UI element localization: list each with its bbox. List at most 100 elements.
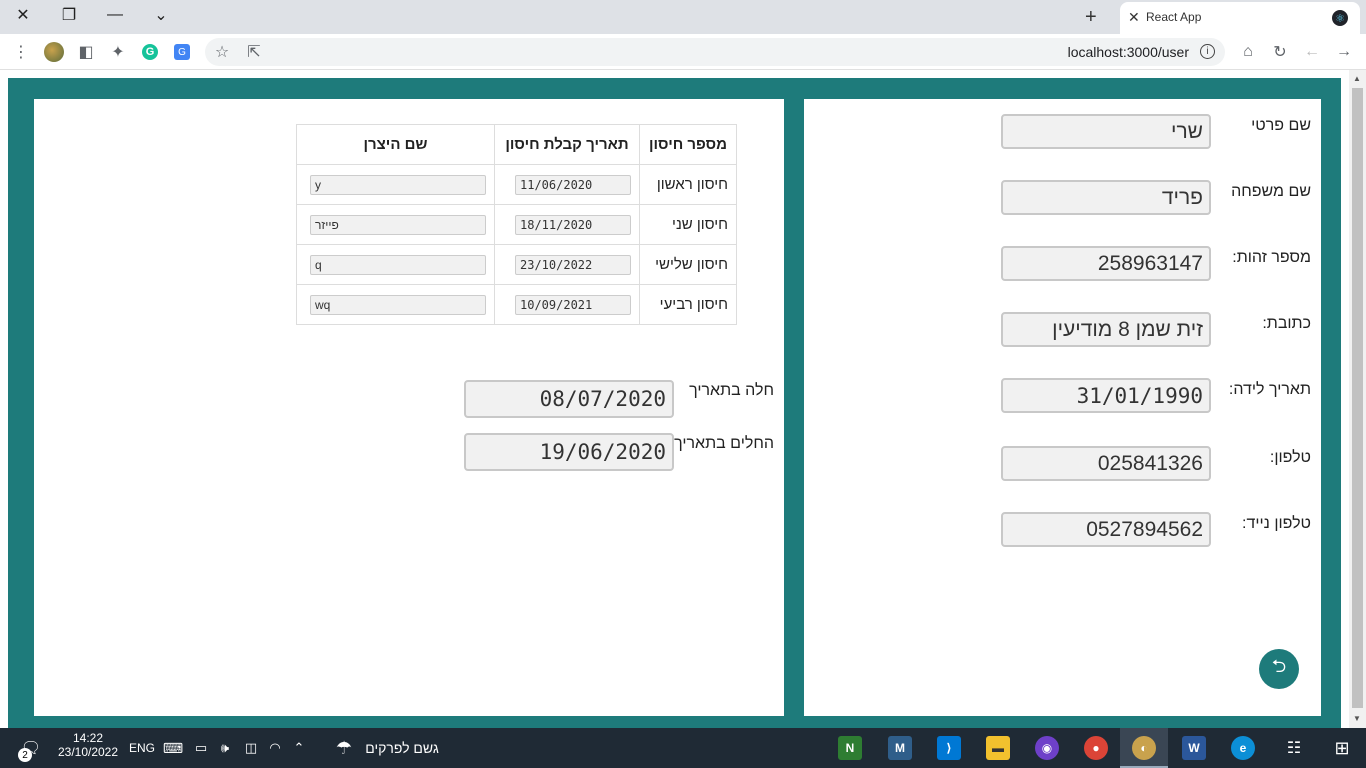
github-desktop-icon[interactable]: ◉	[1035, 736, 1059, 760]
first-name-label: שם פרטי	[1251, 117, 1311, 134]
manufacturer-field[interactable]: wq	[310, 294, 486, 315]
phone-label: טלפון:	[1269, 449, 1311, 466]
home-icon[interactable]: ⌂	[1236, 40, 1260, 64]
close-window-icon[interactable]: ✕	[0, 0, 46, 30]
mobile-label: טלפון נייד:	[1242, 515, 1311, 532]
forward-arrow-icon[interactable]: →	[1332, 40, 1356, 64]
battery-icon[interactable]: ▭	[190, 728, 212, 768]
sick-date-label: חלה בתאריך	[689, 382, 774, 399]
tab-react-app[interactable]: ✕ React App ⚛	[1120, 2, 1360, 34]
personal-details-panel: שם פרטי שרי שם משפחה פריד מספר זהות: 258…	[804, 99, 1321, 716]
language-indicator[interactable]: ENG	[126, 728, 158, 768]
header-vaccine-date: תאריך קבלת חיסון	[494, 124, 640, 165]
keyboard-icon[interactable]: ⌨	[160, 728, 186, 768]
id-number-label: מספר זהות:	[1232, 249, 1311, 266]
sick-date-field[interactable]: 08/07/2020	[464, 380, 674, 418]
minimize-window-icon[interactable]: —	[92, 0, 138, 30]
url-text[interactable]: localhost:3000/user	[1068, 44, 1189, 60]
new-tab-button[interactable]: +	[1085, 6, 1097, 29]
last-name-field[interactable]: פריד	[1001, 180, 1211, 215]
chrome-icon[interactable]: ●	[1084, 736, 1108, 760]
vaccine-name: חיסון שלישי	[639, 244, 737, 285]
vaccine-date-field[interactable]: 11/06/2020	[515, 174, 631, 195]
birth-date-label: תאריך לידה:	[1228, 381, 1311, 398]
mysql-workbench-icon[interactable]: M	[888, 736, 912, 760]
scrollbar-thumb[interactable]	[1352, 88, 1363, 708]
restore-window-icon[interactable]: ❐	[46, 0, 92, 30]
table-row: חיסון שלישי 23/10/2022 q	[296, 244, 737, 285]
scroll-down-icon[interactable]: ▼	[1353, 714, 1361, 723]
table-header-row: מספר חיסון תאריך קבלת חיסון שם היצרן	[296, 124, 737, 165]
recovered-date-field[interactable]: 19/06/2020	[464, 433, 674, 471]
weather-text[interactable]: גשם לפרקים	[360, 728, 444, 768]
scroll-up-icon[interactable]: ▲	[1353, 74, 1361, 83]
covid-details-panel: מספר חיסון תאריך קבלת חיסון שם היצרן חיס…	[34, 99, 784, 716]
site-info-icon[interactable]: i	[1200, 44, 1215, 59]
notification-center-icon[interactable]: 🗨	[14, 728, 48, 768]
manufacturer-field[interactable]: פייזר	[310, 214, 486, 235]
chrome-profile-icon: ◐	[1132, 736, 1156, 760]
windows-taskbar: 🗨 2 14:22 23/10/2022 ENG ⌨ ▭ 🕪 ◫ ◠ ⌃ ☂ ג…	[0, 728, 1366, 768]
task-view-icon[interactable]: ☷	[1280, 728, 1308, 768]
show-hidden-icons-chevron[interactable]: ⌃	[288, 728, 310, 768]
vaccine-date-field[interactable]: 18/11/2020	[515, 214, 631, 235]
start-windows-icon[interactable]: ⊞	[1328, 728, 1356, 768]
close-tab-icon[interactable]: ✕	[1128, 9, 1140, 26]
address-bar[interactable]: ☆ ⇱ localhost:3000/user i	[205, 38, 1225, 66]
volume-icon[interactable]: 🕪	[214, 728, 236, 768]
chrome-profile-taskbar-button[interactable]: ◐	[1120, 728, 1168, 768]
header-vaccine-number: מספר חיסון	[639, 124, 737, 165]
page-background: מספר חיסון תאריך קבלת חיסון שם היצרן חיס…	[8, 78, 1341, 728]
address-field[interactable]: זית שמן 8 מודיעין	[1001, 312, 1211, 347]
edge-icon[interactable]: e	[1231, 736, 1255, 760]
vaccine-date-field[interactable]: 10/09/2021	[515, 294, 631, 315]
weather-umbrella-icon[interactable]: ☂	[330, 728, 358, 768]
clock[interactable]: 14:22 23/10/2022	[55, 731, 121, 759]
clock-date: 23/10/2022	[57, 745, 119, 759]
translate-icon[interactable]: G	[174, 44, 190, 60]
tab-search-chevron-icon[interactable]: ⌄	[138, 0, 184, 30]
header-manufacturer: שם היצרן	[296, 124, 495, 165]
profile-avatar[interactable]	[44, 42, 64, 62]
vaccine-name: חיסון שני	[639, 204, 737, 245]
tab-bar: ✕ ❐ — ⌄ + ✕ React App ⚛	[0, 0, 1366, 34]
back-arrow-icon[interactable]: ←	[1300, 40, 1324, 64]
id-number-field[interactable]: 258963147	[1001, 246, 1211, 281]
mobile-field[interactable]: 0527894562	[1001, 512, 1211, 547]
table-row: חיסון ראשון 11/06/2020 y	[296, 164, 737, 205]
first-name-field[interactable]: שרי	[1001, 114, 1211, 149]
birth-date-field[interactable]: 31/01/1990	[1001, 378, 1211, 413]
tab-title: React App	[1146, 10, 1202, 24]
last-name-label: שם משפחה	[1231, 183, 1311, 200]
reload-icon[interactable]: ↻	[1268, 40, 1292, 64]
undo-back-button[interactable]: ⮌	[1259, 649, 1299, 689]
table-row: חיסון שני 18/11/2020 פייזר	[296, 204, 737, 245]
vscode-icon[interactable]: ⟩	[937, 736, 961, 760]
browser-toolbar: ⋮ ◧ ✦ G G ☆ ⇱ localhost:3000/user i ⌂ ↻ …	[0, 34, 1366, 70]
vaccine-name: חיסון רביעי	[639, 284, 737, 325]
menu-dots-icon[interactable]: ⋮	[9, 40, 33, 64]
side-panel-icon[interactable]: ◧	[74, 40, 98, 64]
vaccine-date-field[interactable]: 23/10/2022	[515, 254, 631, 275]
grammarly-icon[interactable]: G	[142, 44, 158, 60]
address-label: כתובת:	[1262, 315, 1311, 332]
recovered-date-label: החלים בתאריך	[674, 435, 774, 452]
vaccine-name: חיסון ראשון	[639, 164, 737, 205]
word-icon[interactable]: W	[1182, 736, 1206, 760]
wifi-icon[interactable]: ◠	[264, 728, 286, 768]
manufacturer-field[interactable]: q	[310, 254, 486, 275]
vaccines-table: מספר חיסון תאריך קבלת חיסון שם היצרן חיס…	[296, 124, 737, 325]
manufacturer-field[interactable]: y	[310, 174, 486, 195]
notepad-plus-icon[interactable]: N	[838, 736, 862, 760]
share-icon[interactable]: ⇱	[242, 40, 266, 64]
meet-now-icon[interactable]: ◫	[240, 728, 262, 768]
notification-count-badge: 2	[18, 748, 32, 762]
page-scrollbar[interactable]: ▲ ▼	[1349, 70, 1366, 728]
table-row: חיסון רביעי 10/09/2021 wq	[296, 284, 737, 325]
react-favicon-icon: ⚛	[1332, 10, 1348, 26]
bookmark-star-icon[interactable]: ☆	[210, 40, 234, 64]
phone-field[interactable]: 025841326	[1001, 446, 1211, 481]
extensions-icon[interactable]: ✦	[106, 40, 130, 64]
file-explorer-icon[interactable]: ▬	[986, 736, 1010, 760]
clock-time: 14:22	[72, 731, 104, 745]
